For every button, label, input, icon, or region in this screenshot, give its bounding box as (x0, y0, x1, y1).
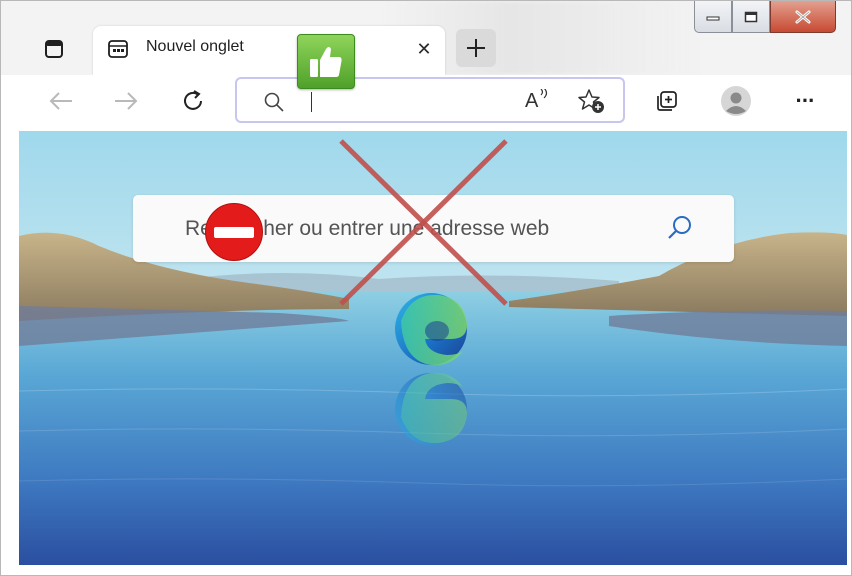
tab-close-icon[interactable]: ✕ (411, 36, 437, 62)
newtab-favicon-icon (108, 40, 128, 58)
collections-icon (657, 91, 677, 111)
back-arrow-icon (49, 92, 72, 110)
add-favorite-button[interactable] (577, 88, 607, 116)
thumbs-up-glyph (310, 46, 342, 77)
profile-button[interactable] (718, 83, 754, 119)
thumbs-up-icon (297, 34, 355, 89)
search-icon (264, 92, 284, 112)
sound-wave-icon (540, 89, 548, 99)
address-bar[interactable]: A (235, 77, 625, 123)
maximize-button[interactable] (732, 1, 770, 33)
minimize-icon (706, 16, 720, 20)
no-entry-bar (214, 226, 254, 238)
profile-avatar-icon (721, 86, 751, 116)
back-button[interactable] (43, 83, 79, 119)
close-icon (795, 10, 811, 23)
tab-actions-icon (45, 40, 63, 58)
refresh-icon (184, 90, 202, 110)
tab-actions-button[interactable] (34, 35, 74, 63)
forward-arrow-icon (115, 92, 138, 110)
new-tab-button[interactable] (456, 29, 496, 67)
settings-menu-button[interactable]: ··· (787, 83, 823, 119)
tab-strip: Nouvel onglet ✕ (1, 1, 851, 75)
refresh-button[interactable] (175, 83, 211, 119)
read-aloud-button[interactable]: A (523, 88, 553, 114)
edge-logo-icon (395, 293, 467, 366)
window-close-button[interactable] (770, 1, 836, 33)
tab-new-tab[interactable]: Nouvel onglet ✕ (93, 26, 445, 75)
more-options-icon: ··· (795, 88, 816, 113)
read-aloud-icon: A (525, 90, 539, 112)
text-caret (311, 92, 312, 112)
window-bottom-border (1, 565, 851, 575)
edge-logo-reflection (395, 372, 467, 445)
search-icon[interactable] (665, 213, 695, 243)
browser-window: Nouvel onglet ✕ A ··· Rechercher ou entr… (0, 0, 852, 576)
forward-button[interactable] (108, 83, 144, 119)
favorites-add-icon (578, 89, 604, 113)
plus-icon (467, 39, 485, 57)
navigation-toolbar: A ··· (1, 75, 851, 127)
new-tab-page: Rechercher ou entrer une adresse web (19, 131, 847, 565)
minimize-button[interactable] (694, 1, 732, 33)
collections-button[interactable] (649, 83, 685, 119)
no-entry-icon (205, 203, 263, 261)
tab-title: Nouvel onglet (146, 38, 244, 55)
maximize-icon (744, 11, 758, 22)
